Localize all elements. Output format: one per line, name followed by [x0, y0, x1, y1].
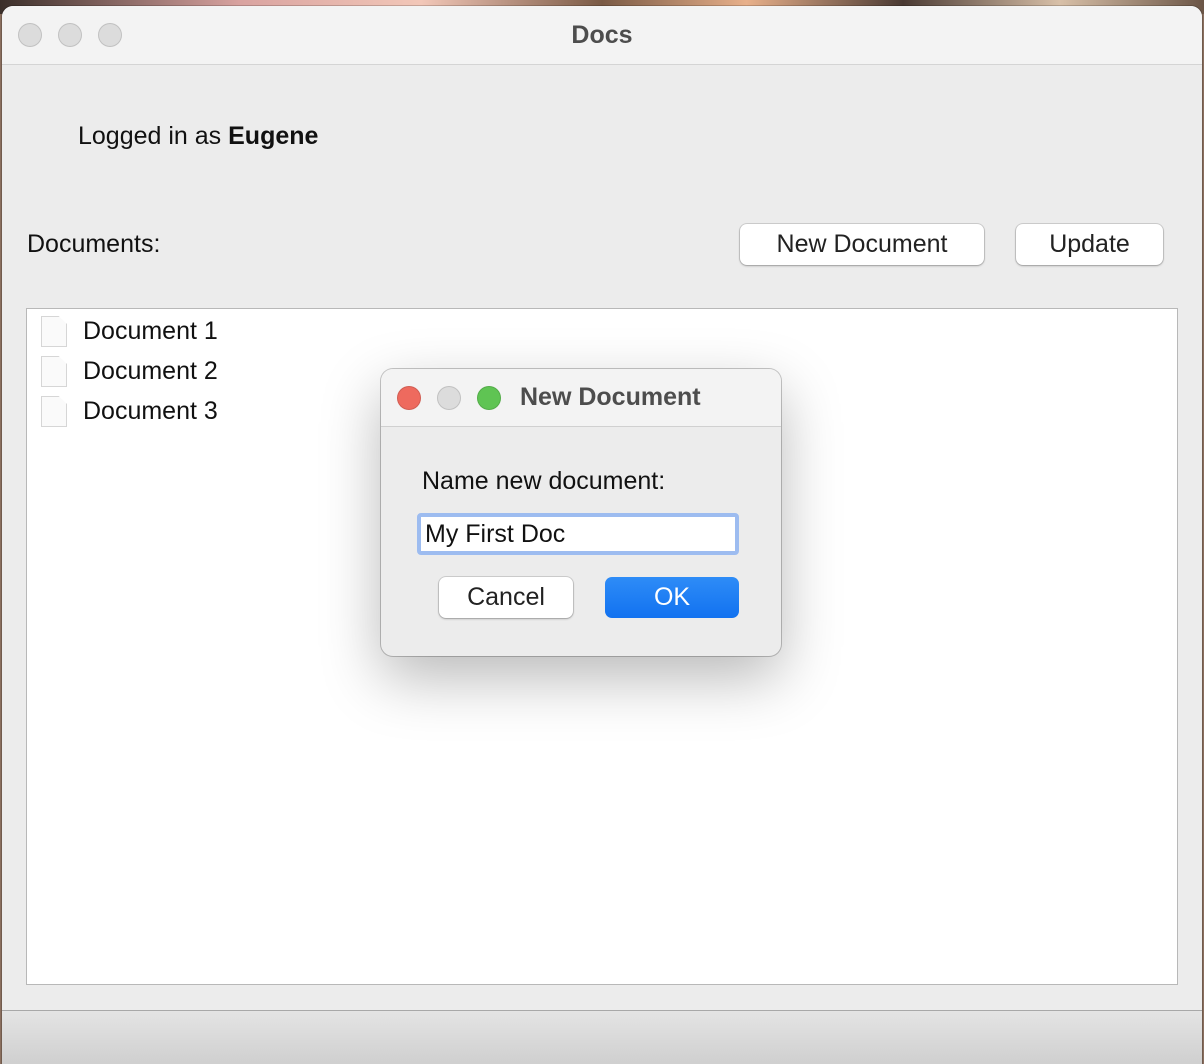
document-icon	[41, 396, 67, 427]
new-document-dialog: New Document Name new document: Cancel O…	[381, 369, 781, 656]
username: Eugene	[228, 122, 319, 150]
new-document-button[interactable]: New Document	[740, 224, 984, 265]
document-name: Document 1	[83, 317, 218, 345]
document-name: Document 3	[83, 397, 218, 425]
ok-button[interactable]: OK	[605, 577, 739, 618]
dialog-titlebar: New Document	[381, 369, 781, 427]
document-icon	[41, 316, 67, 347]
window-title: Docs	[571, 21, 633, 49]
dialog-zoom-button[interactable]	[477, 386, 501, 410]
document-icon	[41, 356, 67, 387]
window-titlebar: Docs	[2, 6, 1202, 65]
update-button[interactable]: Update	[1016, 224, 1163, 265]
document-name-input[interactable]	[417, 513, 739, 555]
documents-label: Documents:	[27, 230, 161, 258]
dialog-close-button[interactable]	[397, 386, 421, 410]
document-name: Document 2	[83, 357, 218, 385]
login-prefix: Logged in as	[78, 122, 229, 150]
dialog-prompt: Name new document:	[422, 467, 666, 495]
cancel-button[interactable]: Cancel	[439, 577, 573, 618]
dialog-title: New Document	[520, 383, 701, 411]
dialog-minimize-button[interactable]	[437, 386, 461, 410]
window-bottom-bar	[2, 1010, 1202, 1064]
login-status: Logged in as Eugene	[78, 122, 318, 151]
